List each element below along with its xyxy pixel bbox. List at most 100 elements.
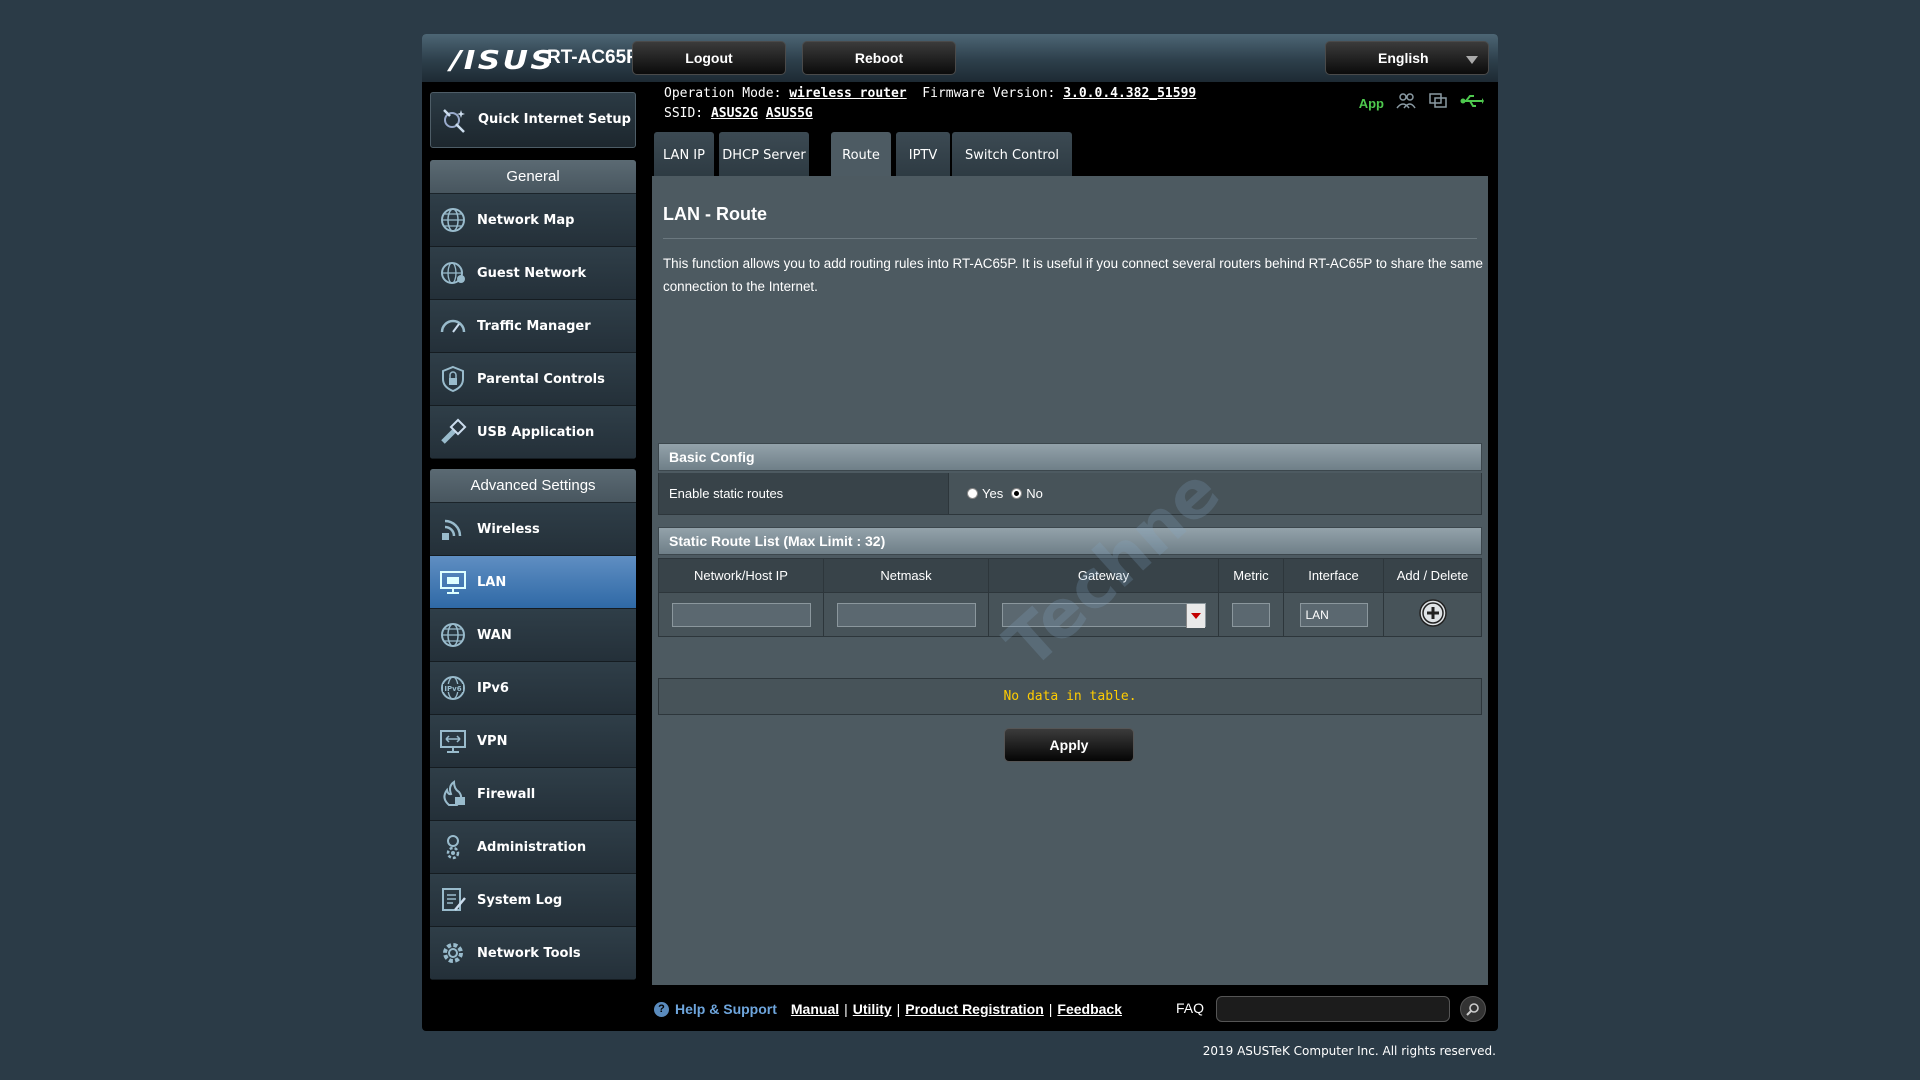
- interface-input[interactable]: [1299, 602, 1368, 627]
- utility-link[interactable]: Utility: [853, 1001, 892, 1017]
- sidebar-item-wireless[interactable]: Wireless: [430, 503, 636, 556]
- content-panel: LAN - Route This function allows you to …: [652, 176, 1488, 985]
- col-interface: Interface: [1283, 558, 1384, 593]
- netmask-input[interactable]: [836, 602, 976, 627]
- sidebar-item-label: Network Tools: [477, 945, 581, 961]
- tab-switch-control[interactable]: Switch Control: [952, 132, 1072, 178]
- clients-icon[interactable]: [1396, 92, 1416, 114]
- general-title: General: [430, 160, 636, 194]
- sidebar-item-ipv6[interactable]: IPv6 IPv6: [430, 662, 636, 715]
- sidebar-item-system-log[interactable]: System Log: [430, 874, 636, 927]
- interface-cell: [1283, 592, 1384, 637]
- radio-yes-label: Yes: [982, 486, 1004, 501]
- reboot-button[interactable]: Reboot: [802, 41, 956, 75]
- gauge-icon: [438, 311, 468, 341]
- ssid-5g-link[interactable]: ASUS5G: [766, 106, 813, 121]
- apply-button[interactable]: Apply: [1004, 728, 1134, 762]
- sidebar-item-traffic-manager[interactable]: Traffic Manager: [430, 300, 636, 353]
- chevron-down-icon: [1466, 56, 1478, 64]
- model-name: RT-AC65P: [547, 47, 639, 68]
- copyright-text: 2019 ASUSTeK Computer Inc. All rights re…: [1202, 1044, 1496, 1058]
- admin-gear-icon: [438, 832, 468, 862]
- quick-internet-setup-button[interactable]: Quick Internet Setup: [430, 92, 636, 148]
- footer-links: ? Help & Support Manual | Utility | Prod…: [654, 996, 1122, 1022]
- sidebar-item-firewall[interactable]: Firewall: [430, 768, 636, 821]
- radio-no-label: No: [1026, 486, 1043, 501]
- col-network-host-ip: Network/Host IP: [658, 558, 824, 593]
- op-mode-link[interactable]: wireless router: [789, 86, 906, 101]
- lan-icon: [438, 567, 468, 597]
- product-registration-link[interactable]: Product Registration: [905, 1001, 1043, 1017]
- guest-network-icon: [438, 258, 468, 288]
- lock-shield-icon: [438, 364, 468, 394]
- page-description: This function allows you to add routing …: [663, 256, 1483, 294]
- radio-yes[interactable]: [967, 488, 978, 499]
- page-title: LAN - Route: [663, 204, 767, 224]
- vpn-icon: [438, 726, 468, 756]
- separator: |: [896, 1001, 901, 1017]
- sidebar-item-label: USB Application: [477, 424, 595, 440]
- manual-link[interactable]: Manual: [791, 1001, 839, 1017]
- ssid-label: SSID:: [664, 106, 704, 121]
- title-divider: [663, 238, 1477, 239]
- sidebar-item-administration[interactable]: Administration: [430, 821, 636, 874]
- tools-gear-icon: [438, 938, 468, 968]
- gateway-dropdown-icon[interactable]: [1185, 603, 1205, 628]
- help-support-label: Help & Support: [675, 1001, 777, 1017]
- netmask-cell: [823, 592, 989, 637]
- language-select[interactable]: English: [1325, 41, 1489, 75]
- tab-dhcp-server[interactable]: DHCP Server: [719, 132, 809, 178]
- tab-iptv[interactable]: IPTV: [896, 132, 950, 178]
- usb-status-icon[interactable]: [1460, 93, 1484, 113]
- add-delete-cell: [1383, 592, 1482, 637]
- firmware-link[interactable]: 3.0.0.4.382_51599: [1063, 86, 1196, 101]
- search-icon[interactable]: [1460, 996, 1486, 1022]
- sidebar-item-wan[interactable]: WAN: [430, 609, 636, 662]
- faq-label: FAQ: [1176, 1000, 1205, 1016]
- app-link[interactable]: App: [1359, 96, 1384, 111]
- ssid-2g-link[interactable]: ASUS2G: [711, 106, 758, 121]
- globe-network-icon: [438, 205, 468, 235]
- enable-static-routes-options: Yes No: [949, 473, 1051, 514]
- metric-input[interactable]: [1232, 602, 1270, 627]
- sidebar-item-vpn[interactable]: VPN: [430, 715, 636, 768]
- sidebar-item-network-map[interactable]: Network Map: [430, 194, 636, 247]
- logout-button[interactable]: Logout: [632, 41, 786, 75]
- sidebar-item-label: VPN: [477, 733, 508, 749]
- sidebar-item-label: WAN: [477, 627, 512, 643]
- add-icon[interactable]: [1418, 598, 1448, 631]
- devices-icon[interactable]: [1428, 92, 1448, 114]
- general-menu: General Network Map Guest Network Traffi…: [430, 160, 636, 459]
- wand-icon: [439, 105, 469, 135]
- status-icons: App: [1359, 92, 1484, 114]
- sidebar-item-label: Guest Network: [477, 265, 587, 281]
- router-frame: /ISUS RT-AC65P Logout Reboot English Ope…: [422, 34, 1498, 1031]
- faq-search-input[interactable]: [1216, 996, 1450, 1022]
- help-icon: ?: [654, 1001, 669, 1017]
- sidebar-item-network-tools[interactable]: Network Tools: [430, 927, 636, 980]
- network-ip-input[interactable]: [671, 602, 811, 627]
- sidebar-item-label: System Log: [477, 892, 563, 908]
- tab-route[interactable]: Route: [831, 132, 891, 178]
- globe-icon: [438, 620, 468, 650]
- no-data-message: No data in table.: [658, 678, 1482, 715]
- feedback-link[interactable]: Feedback: [1057, 1001, 1122, 1017]
- sidebar-item-parental-controls[interactable]: Parental Controls: [430, 353, 636, 406]
- sidebar-item-lan[interactable]: LAN: [430, 556, 636, 609]
- sidebar-item-guest-network[interactable]: Guest Network: [430, 247, 636, 300]
- separator: |: [1048, 1001, 1053, 1017]
- sidebar-item-usb-application[interactable]: USB Application: [430, 406, 636, 459]
- radio-no[interactable]: [1011, 488, 1023, 499]
- advanced-title: Advanced Settings: [430, 469, 636, 503]
- tab-lan-ip[interactable]: LAN IP: [654, 132, 714, 178]
- svg-text:IPv6: IPv6: [444, 685, 461, 693]
- fire-icon: [438, 779, 468, 809]
- col-add-delete: Add / Delete: [1383, 558, 1482, 593]
- op-mode-label: Operation Mode:: [664, 86, 782, 101]
- language-value: English: [1378, 50, 1429, 66]
- sidebar-item-label: Firewall: [477, 786, 536, 802]
- usb-icon: [438, 417, 468, 447]
- static-route-list-header: Static Route List (Max Limit : 32): [658, 527, 1482, 555]
- enable-static-routes-label: Enable static routes: [659, 473, 949, 514]
- wifi-icon: [438, 514, 468, 544]
